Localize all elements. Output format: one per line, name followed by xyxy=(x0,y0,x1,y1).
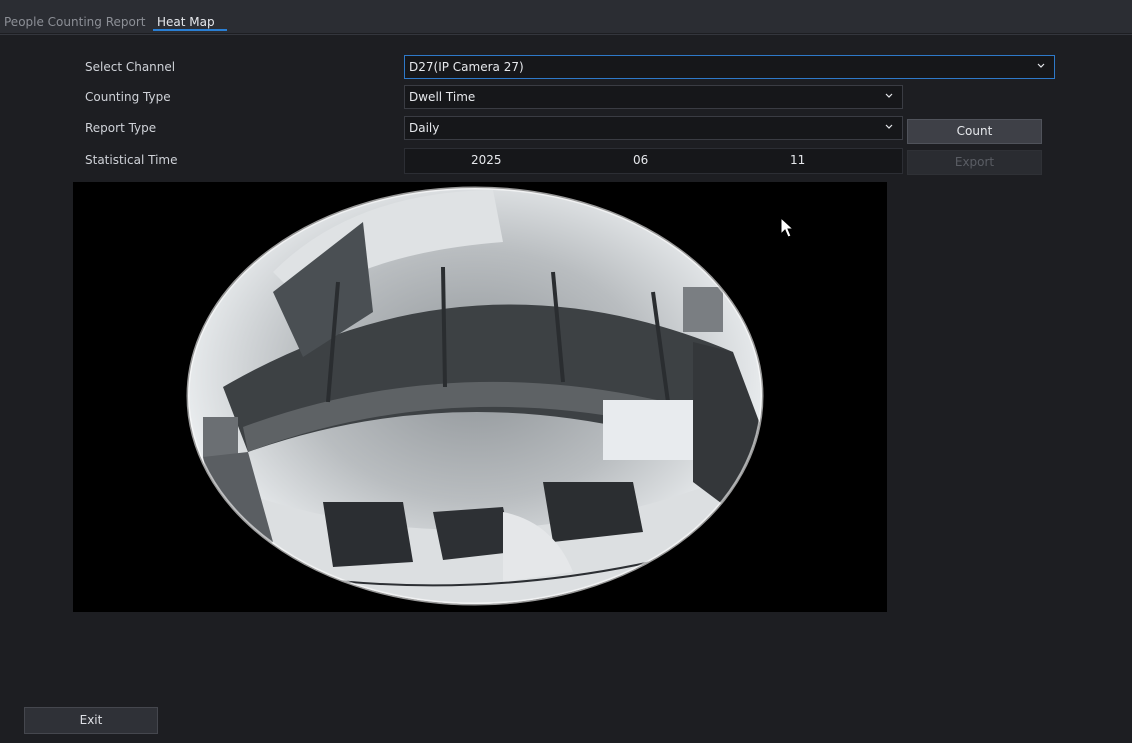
tab-bar: People Counting Report Heat Map xyxy=(0,0,1132,33)
counting-type-label: Counting Type xyxy=(85,90,171,104)
chevron-down-icon xyxy=(885,124,893,129)
report-type-dropdown[interactable]: Daily xyxy=(404,116,903,140)
fisheye-camera-image xyxy=(186,186,764,606)
mouse-cursor-icon xyxy=(780,217,795,238)
export-button[interactable]: Export xyxy=(907,150,1042,175)
chevron-down-icon xyxy=(1037,63,1045,68)
statistical-time-date-picker[interactable]: 2025 06 11 xyxy=(404,148,903,174)
select-channel-label: Select Channel xyxy=(85,60,176,74)
tab-divider xyxy=(0,34,1132,35)
counting-type-value: Dwell Time xyxy=(409,90,476,104)
counting-type-dropdown[interactable]: Dwell Time xyxy=(404,85,903,109)
report-type-label: Report Type xyxy=(85,121,157,135)
select-channel-dropdown[interactable]: D27(IP Camera 27) xyxy=(404,55,1055,79)
date-year[interactable]: 2025 xyxy=(471,153,502,167)
tab-heat-map[interactable]: Heat Map xyxy=(153,11,227,33)
date-month[interactable]: 06 xyxy=(633,153,648,167)
heat-map-preview xyxy=(73,182,887,612)
report-type-value: Daily xyxy=(409,121,440,135)
count-button[interactable]: Count xyxy=(907,119,1042,144)
select-channel-value: D27(IP Camera 27) xyxy=(409,60,524,74)
chevron-down-icon xyxy=(885,93,893,98)
tab-people-counting-report[interactable]: People Counting Report xyxy=(4,11,145,33)
date-day[interactable]: 11 xyxy=(790,153,805,167)
exit-button[interactable]: Exit xyxy=(24,707,158,734)
statistical-time-label: Statistical Time xyxy=(85,153,178,167)
